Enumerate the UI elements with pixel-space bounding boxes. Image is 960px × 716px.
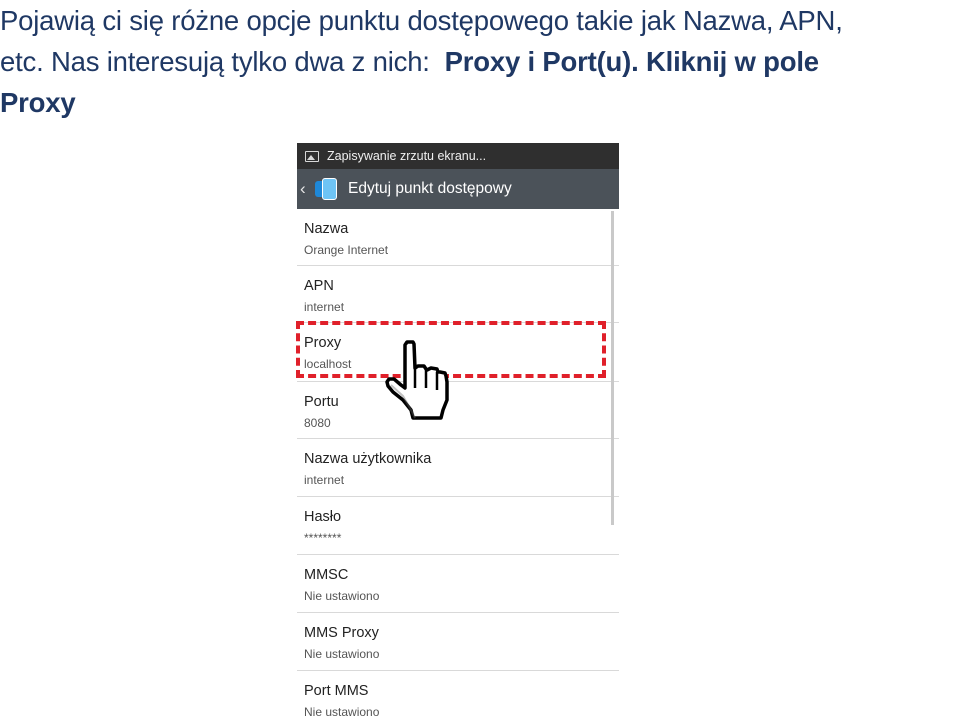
setting-title: APN [304, 278, 334, 294]
setting-row-username[interactable]: Nazwa użytkownika internet [297, 439, 619, 497]
setting-value: Orange Internet [304, 243, 389, 257]
instruction-line-2-plain: etc. Nas interesują tylko dwa z nich: [0, 46, 445, 77]
setting-value: Nie ustawiono [304, 705, 380, 716]
setting-title: Nazwa użytkownika [304, 451, 432, 467]
setting-row-mmsc[interactable]: MMSC Nie ustawiono [297, 555, 619, 613]
scrollbar[interactable] [611, 211, 614, 525]
apn-settings-list: Nazwa Orange Internet APN internet Proxy… [297, 209, 619, 716]
setting-row-nazwa[interactable]: Nazwa Orange Internet [297, 209, 619, 266]
setting-value: internet [304, 300, 345, 314]
status-notification-text: Zapisywanie zrzutu ekranu... [327, 149, 487, 163]
page-title: Edytuj punkt dostępowy [348, 180, 512, 197]
setting-value: ******** [304, 531, 342, 545]
setting-title: MMSC [304, 567, 349, 583]
setting-row-password[interactable]: Hasło ******** [297, 497, 619, 555]
setting-row-mms-proxy[interactable]: MMS Proxy Nie ustawiono [297, 613, 619, 671]
setting-title: Hasło [304, 509, 342, 525]
hand-pointer-icon [385, 340, 449, 420]
image-icon [305, 150, 319, 162]
setting-row-mms-port[interactable]: Port MMS Nie ustawiono [297, 671, 619, 716]
instruction-line-2: etc. Nas interesują tylko dwa z nich: Pr… [0, 41, 960, 82]
setting-value: Nie ustawiono [304, 647, 380, 661]
setting-title: Portu [304, 394, 339, 410]
setting-title: MMS Proxy [304, 625, 379, 641]
instruction-line-2-bold: Proxy i Port(u). Kliknij w pole [444, 46, 819, 77]
settings-app-icon[interactable] [312, 176, 338, 202]
instruction-line-3: Proxy [0, 82, 960, 123]
status-bar: Zapisywanie zrzutu ekranu... [297, 143, 619, 169]
setting-row-port[interactable]: Portu 8080 [297, 382, 619, 439]
setting-value: internet [304, 473, 345, 487]
setting-row-apn[interactable]: APN internet [297, 266, 619, 323]
setting-value: 8080 [304, 416, 331, 430]
instruction-line-3-bold: Proxy [0, 87, 76, 118]
setting-value: Nie ustawiono [304, 589, 380, 603]
instruction-line-1: Pojawią ci się różne opcje punktu dostęp… [0, 5, 843, 36]
action-bar: ‹ Edytuj punkt dostępowy [297, 169, 619, 209]
chevron-left-icon[interactable]: ‹ [300, 179, 309, 199]
instruction-text: Pojawią ci się różne opcje punktu dostęp… [0, 0, 960, 123]
setting-title: Port MMS [304, 683, 369, 699]
setting-title: Nazwa [304, 221, 349, 237]
phone-screenshot: Zapisywanie zrzutu ekranu... ‹ Edytuj pu… [297, 143, 619, 716]
